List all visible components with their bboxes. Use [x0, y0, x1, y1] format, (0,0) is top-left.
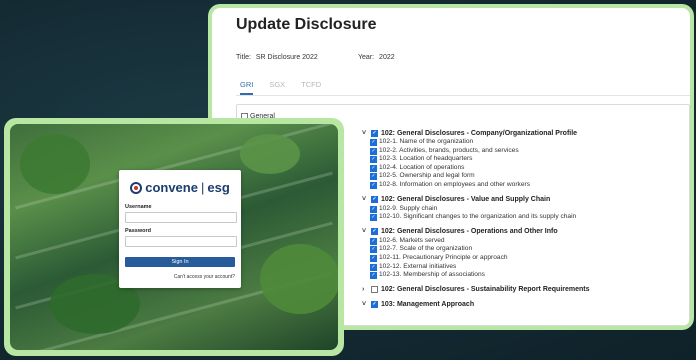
disclosure-group: ˅ ✓ 102: General Disclosures - Company/Org…: [362, 128, 682, 190]
group-checkbox[interactable]: ✓: [371, 129, 378, 137]
brand-name: convene: [145, 180, 198, 195]
brand-separator: |: [200, 180, 205, 195]
group-label: 102: General Disclosures - Operations an…: [381, 228, 558, 236]
tabs-divider: [236, 95, 690, 96]
year-value: 2022: [379, 54, 395, 61]
disclosure-item[interactable]: ✓ 102-13. Membership of associations: [370, 271, 682, 280]
title-value: SR Disclosure 2022: [255, 54, 318, 61]
item-checkbox[interactable]: ✓: [370, 164, 377, 172]
disclosure-item[interactable]: ✓ 102-9. Supply chain: [370, 205, 682, 214]
disclosure-group-header[interactable]: › 102: General Disclosures - Sustainabili…: [362, 285, 682, 295]
brand-suffix: esg: [207, 180, 230, 195]
cant-access-link[interactable]: Can't access your account?: [174, 274, 235, 280]
disclosure-group-header[interactable]: ˅ ✓ 102: General Disclosures - Value and S…: [362, 195, 682, 205]
item-checkbox[interactable]: ✓: [370, 263, 377, 271]
group-checkbox[interactable]: [371, 286, 378, 294]
disclosure-group-header[interactable]: ˅ ✓ 102: General Disclosures - Operations …: [362, 227, 682, 237]
tab-sgx[interactable]: SGX: [269, 80, 285, 95]
item-checkbox[interactable]: ✓: [370, 246, 377, 254]
item-label: 102-7. Scale of the organization: [379, 245, 473, 253]
disclosure-item[interactable]: ✓ 102-11. Precautionary Principle or appr…: [370, 254, 682, 263]
item-label: 102-11. Precautionary Principle or appro…: [379, 253, 508, 261]
item-checkbox[interactable]: ✓: [370, 205, 377, 213]
disclosure-tree: ˅ ✓ 102: General Disclosures - Company/Org…: [362, 128, 682, 315]
item-label: 102-9. Supply chain: [379, 204, 438, 212]
chevron-down-icon[interactable]: ˅: [362, 301, 368, 308]
group-label: 102: General Disclosures - Value and Sup…: [381, 196, 551, 204]
item-checkbox[interactable]: ✓: [370, 272, 377, 280]
disclosure-item[interactable]: ✓ 102-2. Activities, brands, products, an…: [370, 147, 682, 156]
item-checkbox[interactable]: ✓: [370, 237, 377, 245]
page-title: Update Disclosure: [236, 16, 377, 33]
disclosure-item[interactable]: ✓ 102-10. Significant changes to the orga…: [370, 213, 682, 222]
foliage: [20, 134, 90, 194]
chevron-down-icon[interactable]: ˅: [362, 196, 368, 203]
item-checkbox[interactable]: ✓: [370, 147, 377, 155]
disclosure-group: ˅ ✓ 102: General Disclosures - Operations …: [362, 227, 682, 280]
title-meta: Title: SR Disclosure 2022: [236, 54, 318, 61]
disclosure-item[interactable]: ✓ 102-5. Ownership and legal form: [370, 172, 682, 181]
disclosure-group-header[interactable]: ˅ ✓ 103: Management Approach: [362, 300, 682, 310]
year-meta: Year: 2022: [358, 54, 395, 61]
tab-tcfd[interactable]: TCFD: [301, 80, 321, 95]
chevron-down-icon[interactable]: ˅: [362, 130, 368, 137]
password-label: Password: [125, 228, 151, 234]
item-checkbox[interactable]: ✓: [370, 156, 377, 164]
item-checkbox[interactable]: ✓: [370, 214, 377, 222]
item-checkbox[interactable]: ✓: [370, 173, 377, 181]
foliage: [260, 244, 338, 314]
tab-gri[interactable]: GRI: [240, 80, 254, 95]
convene-logo-icon: [130, 181, 143, 194]
disclosure-group: › 102: General Disclosures - Sustainabili…: [362, 285, 682, 295]
item-label: 102-6. Markets served: [379, 236, 445, 244]
year-label: Year:: [358, 54, 375, 61]
chevron-down-icon[interactable]: ˅: [362, 228, 368, 235]
building-background-image: convene | esg Username Password Sign In …: [10, 124, 338, 350]
disclosure-item[interactable]: ✓ 102-3. Location of headquarters: [370, 155, 682, 164]
group-checkbox[interactable]: ✓: [371, 228, 378, 236]
group-label: 102: General Disclosures - Sustainabilit…: [381, 286, 590, 294]
disclosure-group: ˅ ✓ 102: General Disclosures - Value and S…: [362, 195, 682, 222]
title-label: Title:: [236, 54, 251, 61]
disclosure-item[interactable]: ✓ 102-12. External initiatives: [370, 263, 682, 272]
group-label: 103: Management Approach: [381, 301, 475, 309]
item-label: 102-3. Location of headquarters: [379, 155, 473, 163]
disclosure-item[interactable]: ✓ 102-8. Information on employees and oth…: [370, 181, 682, 190]
item-label: 102-4. Location of operations: [379, 163, 465, 171]
sign-in-button[interactable]: Sign In: [125, 257, 235, 267]
disclosure-group: ˅ ✓ 103: Management Approach: [362, 300, 682, 310]
group-label: 102: General Disclosures - Company/Organ…: [381, 129, 578, 137]
disclosure-item[interactable]: ✓ 102-1. Name of the organization: [370, 138, 682, 147]
group-checkbox[interactable]: ✓: [371, 301, 378, 309]
item-label: 102-12. External initiatives: [379, 262, 457, 270]
item-label: 102-2. Activities, brands, products, and…: [379, 146, 519, 154]
item-label: 102-10. Significant changes to the organ…: [379, 213, 577, 221]
item-label: 102-13. Membership of associations: [379, 271, 485, 279]
foliage: [240, 134, 300, 174]
item-checkbox[interactable]: ✓: [370, 181, 377, 189]
login-window-frame: convene | esg Username Password Sign In …: [4, 118, 344, 356]
item-checkbox[interactable]: ✓: [370, 139, 377, 146]
password-field[interactable]: [125, 236, 237, 247]
group-checkbox[interactable]: ✓: [371, 196, 378, 204]
item-label: 102-5. Ownership and legal form: [379, 172, 475, 180]
disclosure-item[interactable]: ✓ 102-6. Markets served: [370, 237, 682, 246]
disclosure-group-header[interactable]: ˅ ✓ 102: General Disclosures - Company/Org…: [362, 128, 682, 138]
convene-esg-logo: convene | esg: [119, 180, 241, 195]
framework-tabs: GRI SGX TCFD: [240, 80, 321, 95]
chevron-right-icon[interactable]: ›: [362, 286, 368, 293]
item-label: 102-8. Information on employees and othe…: [379, 180, 531, 188]
disclosure-item[interactable]: ✓ 102-4. Location of operations: [370, 164, 682, 173]
login-card: convene | esg Username Password Sign In …: [119, 170, 241, 288]
item-checkbox[interactable]: ✓: [370, 254, 377, 262]
disclosure-item[interactable]: ✓ 102-7. Scale of the organization: [370, 245, 682, 254]
username-field[interactable]: [125, 212, 237, 223]
username-label: Username: [125, 204, 152, 210]
item-label: 102-1. Name of the organization: [379, 138, 474, 145]
